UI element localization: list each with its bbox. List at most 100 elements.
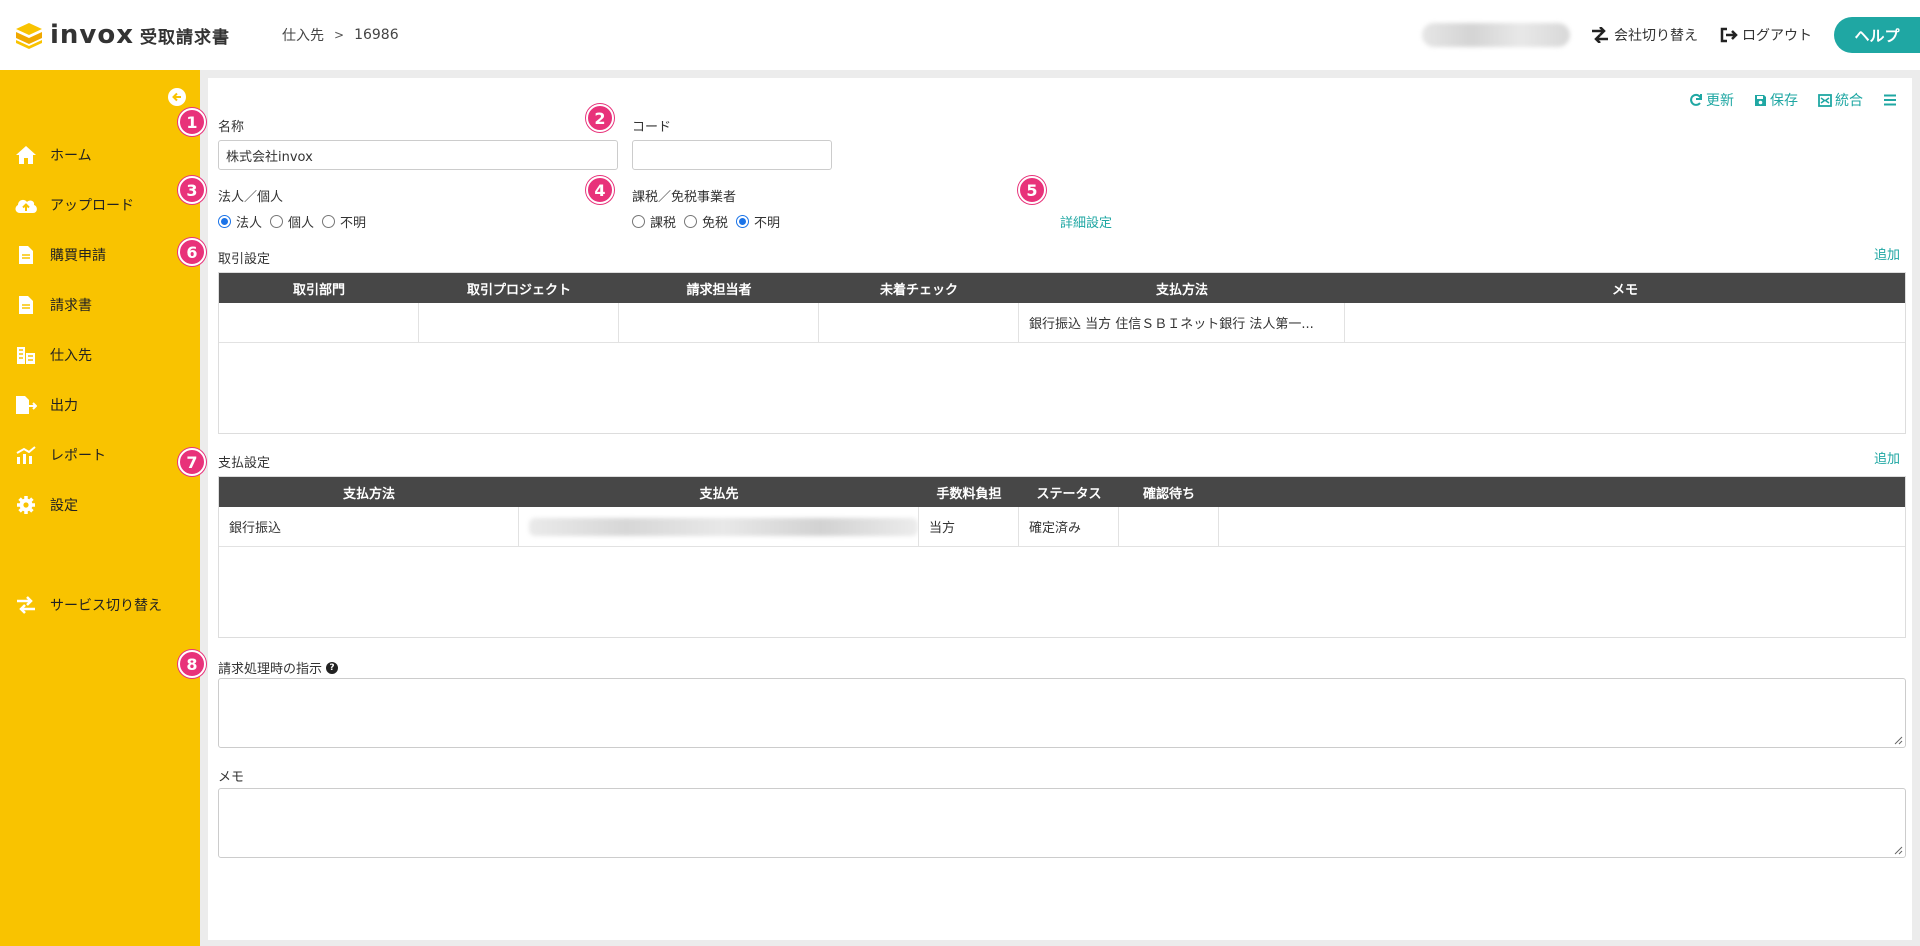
table-cell: [819, 303, 1019, 342]
sidebar-item-purchase-request[interactable]: 購買申請: [0, 230, 200, 280]
arrow-left-icon: [172, 92, 181, 102]
radio-selected-icon: [736, 215, 750, 228]
save-icon: [1755, 94, 1766, 106]
logout-label: ログアウト: [1742, 28, 1812, 44]
sidebar-nav: ホーム アップロード 購買申請 請求書 仕入先 出力 レポート 設定 サービス切…: [0, 130, 200, 630]
switch-company-label: 会社切り替え: [1614, 28, 1698, 44]
logo[interactable]: invox 受取請求書: [14, 20, 230, 50]
table-row[interactable]: 銀行振込 当方 住信ＳＢＩネット銀行 法人第一...: [219, 303, 1905, 343]
chart-icon: [14, 443, 38, 467]
logout-icon: [1720, 27, 1738, 43]
table-cell: [1119, 507, 1219, 546]
redacted-payee: [529, 517, 918, 536]
panel-toolbar: 更新 保存 統合: [1669, 90, 1900, 110]
table-cell: 当方: [919, 507, 1019, 546]
resize-handle-icon[interactable]: [1893, 845, 1903, 855]
annotation-badge-6: 6: [178, 238, 206, 266]
tax-radio-exempt[interactable]: 免税: [684, 212, 728, 231]
tax-status-radio-group: 課税 免税 不明: [632, 212, 788, 231]
instruction-label-row: 請求処理時の指示 ?: [218, 658, 339, 677]
brand-name: invox: [50, 20, 135, 50]
help-button[interactable]: ヘルプ: [1834, 17, 1920, 53]
cloud-upload-icon: [14, 193, 38, 217]
entity-type-radio-group: 法人 個人 不明: [218, 212, 374, 231]
column-header[interactable]: 取引プロジェクト: [419, 273, 619, 303]
breadcrumb-section[interactable]: 仕入先: [282, 25, 324, 45]
column-header[interactable]: 取引部門: [219, 273, 419, 303]
refresh-button[interactable]: 更新: [1689, 90, 1734, 110]
code-input[interactable]: [632, 140, 832, 170]
sidebar-item-label: サービス切り替え: [50, 598, 162, 614]
column-header[interactable]: ステータス: [1019, 477, 1119, 507]
column-header[interactable]: 未着チェック: [819, 273, 1019, 303]
sidebar-item-upload[interactable]: アップロード: [0, 180, 200, 230]
table-cell: 銀行振込 当方 住信ＳＢＩネット銀行 法人第一...: [1019, 303, 1345, 342]
home-icon: [14, 143, 38, 167]
app-header: invox 受取請求書 仕入先 > 16986 会社切り替え ログアウト ヘルプ: [0, 0, 1920, 70]
logout-button[interactable]: ログアウト: [1720, 25, 1812, 45]
entity-radio-corporation[interactable]: 法人: [218, 212, 262, 231]
trade-settings-add-link[interactable]: 追加: [1874, 244, 1900, 263]
help-circle-icon[interactable]: ?: [326, 661, 339, 674]
entity-radio-individual[interactable]: 個人: [270, 212, 314, 231]
collapse-sidebar-button[interactable]: [168, 88, 186, 106]
sidebar-item-label: 仕入先: [50, 348, 92, 364]
column-header[interactable]: 支払先: [519, 477, 919, 507]
product-name: 受取請求書: [140, 27, 231, 48]
radio-label: 不明: [754, 216, 781, 231]
tax-radio-taxable[interactable]: 課税: [632, 212, 676, 231]
sidebar-item-label: 購買申請: [50, 248, 106, 264]
column-header[interactable]: 確認待ち: [1119, 477, 1219, 507]
sidebar-item-label: 出力: [50, 398, 78, 414]
table-cell: [619, 303, 819, 342]
column-header[interactable]: 請求担当者: [619, 273, 819, 303]
sidebar-item-suppliers[interactable]: 仕入先: [0, 330, 200, 380]
sidebar-item-invoice[interactable]: 請求書: [0, 280, 200, 330]
payment-settings-add-link[interactable]: 追加: [1874, 448, 1900, 467]
sidebar-item-service-switch[interactable]: サービス切り替え: [0, 580, 200, 630]
merge-button[interactable]: 統合: [1818, 90, 1863, 110]
annotation-badge-2: 2: [586, 104, 614, 132]
file-export-icon: [14, 393, 38, 417]
radio-unselected-icon: [322, 215, 336, 228]
chevron-right-icon: >: [334, 28, 345, 42]
menu-button[interactable]: [1883, 94, 1900, 106]
name-input[interactable]: 株式会社invox: [218, 140, 618, 170]
table-cell: [419, 303, 619, 342]
radio-label: 法人: [236, 216, 263, 231]
trade-settings-title: 取引設定: [218, 252, 271, 267]
gear-icon: [14, 493, 38, 517]
table-header: 取引部門 取引プロジェクト 請求担当者 未着チェック 支払方法 メモ: [219, 273, 1905, 303]
radio-label: 個人: [288, 216, 315, 231]
column-header[interactable]: 支払方法: [219, 477, 519, 507]
user-name-redacted: [1422, 23, 1570, 47]
sidebar-item-label: アップロード: [50, 198, 134, 214]
hamburger-menu-icon: [1884, 94, 1896, 106]
sidebar-item-export[interactable]: 出力: [0, 380, 200, 430]
document-icon: [14, 243, 38, 267]
sidebar-item-report[interactable]: レポート: [0, 430, 200, 480]
sidebar-item-home[interactable]: ホーム: [0, 130, 200, 180]
radio-unselected-icon: [270, 215, 284, 228]
table-row[interactable]: 銀行振込 当方 確定済み: [219, 507, 1905, 547]
memo-label: メモ: [218, 770, 245, 785]
detail-settings-link[interactable]: 詳細設定: [1060, 212, 1112, 231]
refresh-icon: [1690, 93, 1702, 106]
column-header[interactable]: 手数料負担: [919, 477, 1019, 507]
instruction-textarea[interactable]: [218, 678, 1906, 748]
table-cell: [219, 303, 419, 342]
merge-icon: [1818, 93, 1832, 107]
annotation-badge-7: 7: [178, 448, 206, 476]
save-button[interactable]: 保存: [1754, 90, 1798, 110]
resize-handle-icon[interactable]: [1893, 735, 1903, 745]
refresh-label: 更新: [1706, 93, 1734, 109]
memo-textarea[interactable]: [218, 788, 1906, 858]
radio-unselected-icon: [684, 215, 698, 228]
column-header[interactable]: 支払方法: [1019, 273, 1345, 303]
switch-company-button[interactable]: 会社切り替え: [1590, 25, 1698, 45]
annotation-badge-4: 4: [586, 176, 614, 204]
tax-radio-unknown[interactable]: 不明: [736, 212, 780, 231]
column-header[interactable]: メモ: [1345, 273, 1905, 303]
sidebar-item-settings[interactable]: 設定: [0, 480, 200, 530]
entity-radio-unknown[interactable]: 不明: [322, 212, 366, 231]
